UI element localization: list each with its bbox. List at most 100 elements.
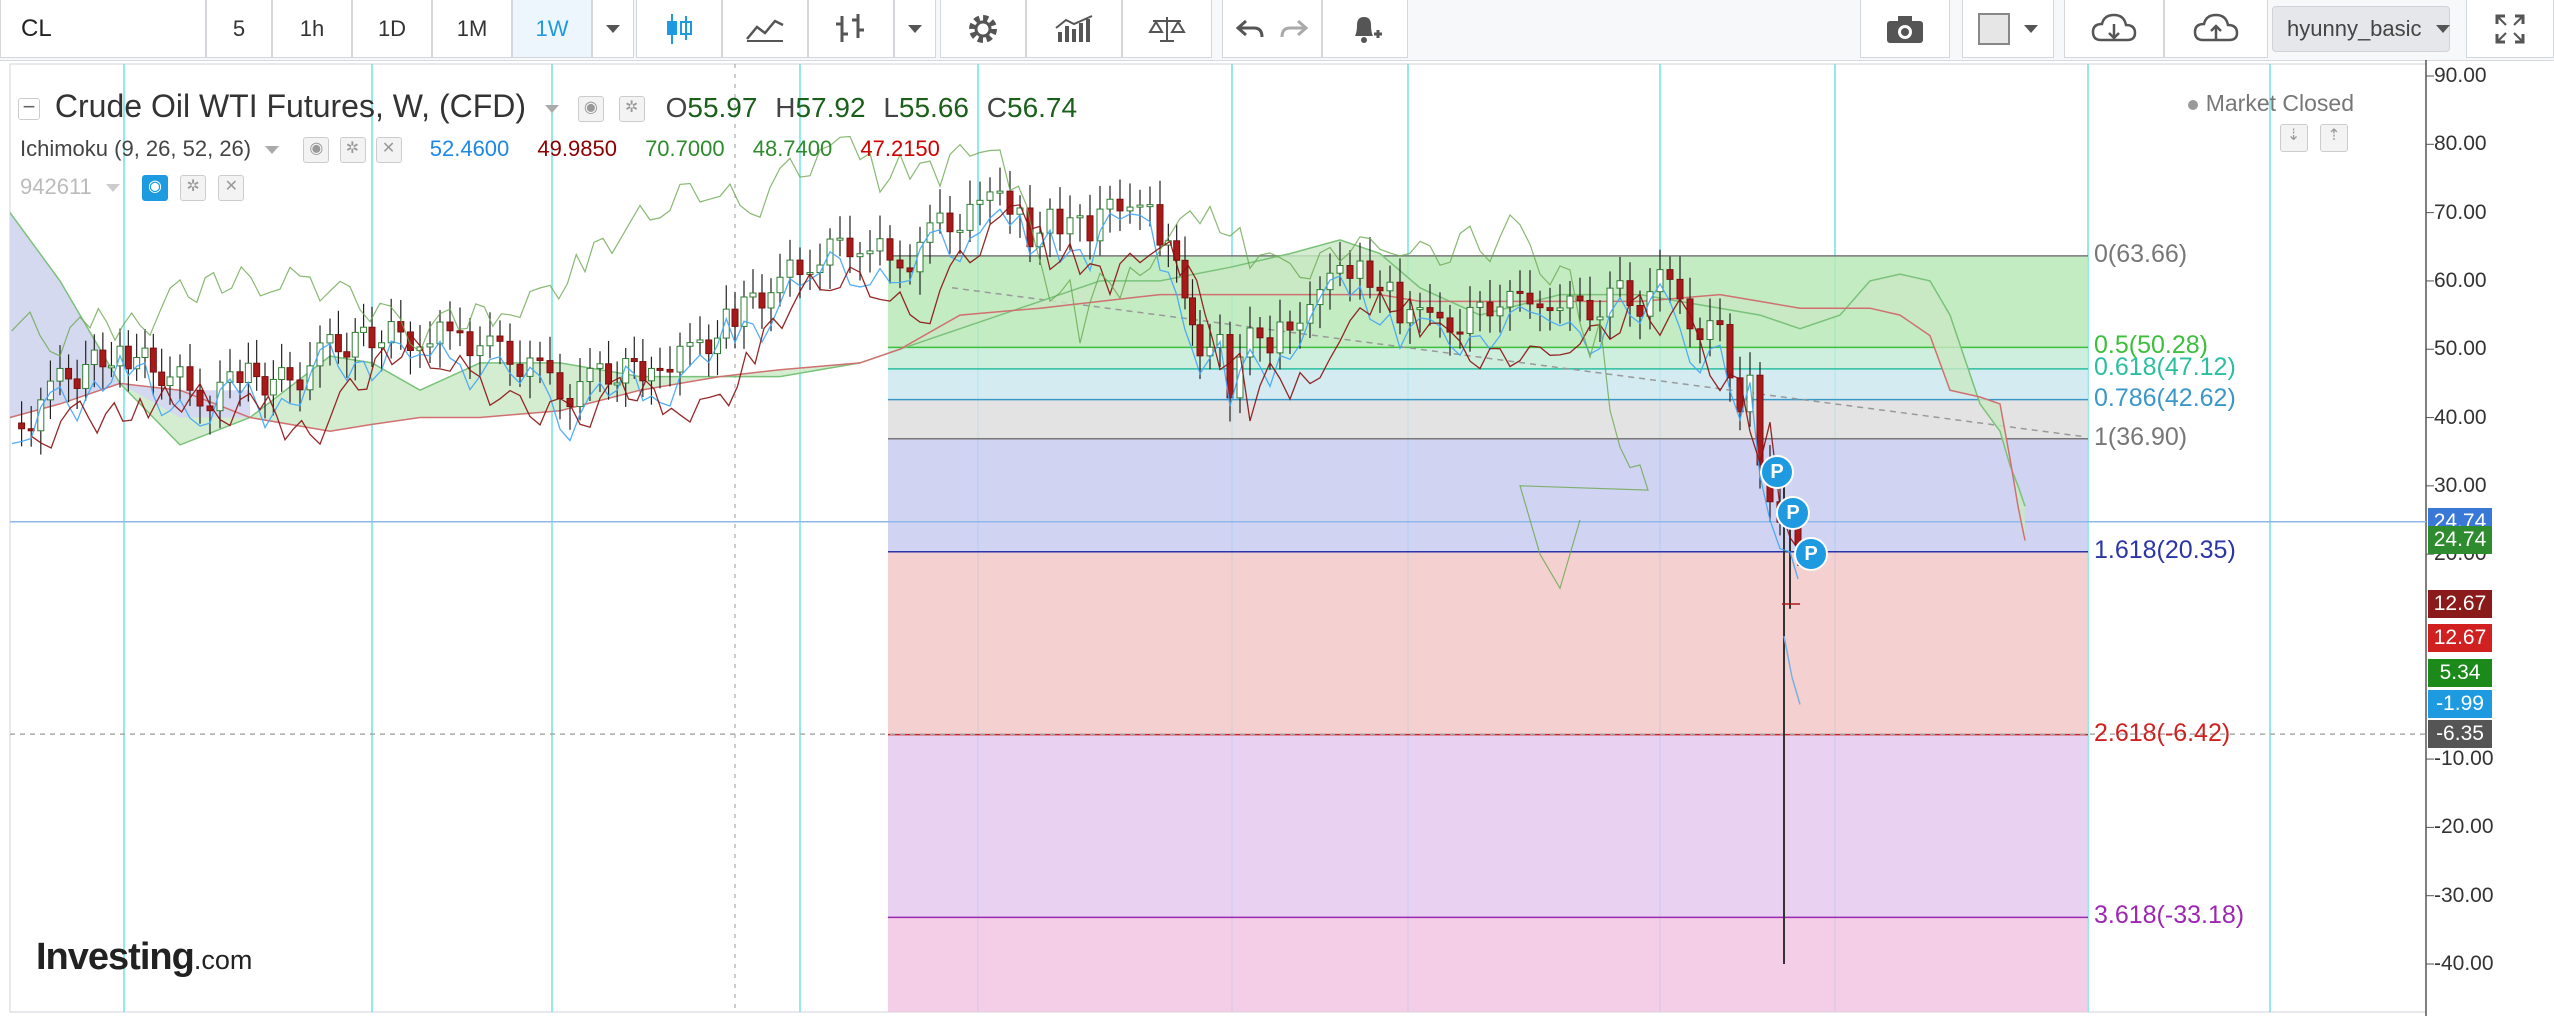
low-value: 55.66 bbox=[898, 92, 969, 123]
fib-level-label: 3.618(-33.18) bbox=[2094, 901, 2245, 930]
position-marker[interactable]: P bbox=[1760, 455, 1794, 490]
settings-button[interactable] bbox=[940, 0, 1026, 58]
price-tick-label: -40.00 bbox=[2434, 952, 2494, 975]
camera-icon bbox=[1885, 14, 1925, 44]
fullscreen-button[interactable] bbox=[2466, 0, 2554, 58]
fib-level-label: 0(63.66) bbox=[2094, 239, 2188, 268]
scroll-down-icon[interactable]: ⇣ bbox=[2279, 123, 2308, 152]
price-tick-label: 60.00 bbox=[2434, 268, 2487, 292]
fib-zone bbox=[888, 551, 2088, 735]
candle bbox=[368, 306, 376, 368]
price-tick-label: -20.00 bbox=[2434, 815, 2494, 839]
compare-button[interactable] bbox=[1122, 0, 1212, 58]
line-chart-type-button[interactable] bbox=[722, 0, 808, 58]
symbol-label: CL bbox=[21, 14, 52, 42]
collapse-legend-icon[interactable]: − bbox=[18, 95, 40, 120]
candle bbox=[806, 249, 814, 291]
interval-1m-button[interactable]: 1M bbox=[432, 0, 512, 58]
second-indicator-legend: 942611 ◉ ✲ ✕ bbox=[20, 174, 250, 202]
redo-icon[interactable] bbox=[1280, 17, 1308, 41]
candle bbox=[731, 291, 739, 349]
senkou-a-value: 48.7400 bbox=[752, 136, 833, 161]
close-icon[interactable]: ✕ bbox=[375, 137, 402, 164]
candle bbox=[996, 167, 1004, 206]
fib-level-label: 1(36.90) bbox=[2094, 422, 2188, 451]
candle bbox=[705, 324, 713, 377]
price-tick-label: -10.00 bbox=[2434, 747, 2494, 771]
indicators-button[interactable] bbox=[1026, 0, 1122, 58]
interval-1h-button[interactable]: 1h bbox=[272, 0, 352, 58]
gear-icon[interactable]: ✲ bbox=[339, 137, 366, 164]
instrument-title: Crude Oil WTI Futures, W, (CFD) bbox=[54, 88, 527, 124]
open-value: 55.97 bbox=[687, 92, 758, 123]
high-value: 57.92 bbox=[795, 92, 866, 123]
interval-1d-button[interactable]: 1D bbox=[352, 0, 432, 58]
gear-icon[interactable]: ✲ bbox=[180, 175, 207, 202]
cloud-upload-icon bbox=[2193, 12, 2239, 46]
second-indicator-name: 942611 bbox=[20, 174, 92, 199]
interval-label: 1h bbox=[299, 15, 325, 41]
high-key: H bbox=[775, 92, 796, 123]
position-marker[interactable]: P bbox=[1794, 537, 1828, 572]
gear-icon[interactable]: ✲ bbox=[618, 95, 645, 122]
candles-chart-type-button[interactable] bbox=[636, 0, 722, 58]
interval-1w-button[interactable]: 1W bbox=[512, 0, 592, 58]
chevron-down-icon bbox=[908, 24, 922, 33]
chevron-down-icon[interactable] bbox=[544, 104, 559, 113]
color-picker-button[interactable] bbox=[1962, 0, 2054, 58]
candle bbox=[1106, 185, 1114, 233]
price-chart[interactable]: − Crude Oil WTI Futures, W, (CFD) ◉ ✲ O5… bbox=[0, 60, 2554, 1016]
load-chart-button[interactable] bbox=[2064, 0, 2164, 58]
chart-type-dropdown[interactable] bbox=[894, 0, 936, 58]
eye-icon[interactable]: ◉ bbox=[577, 95, 604, 122]
interval-label: 5 bbox=[232, 15, 246, 41]
undo-redo-group bbox=[1222, 0, 1322, 58]
ohlc-values: O55.97 H57.92 L55.66 C56.74 bbox=[666, 92, 1077, 123]
symbol-input[interactable]: CL bbox=[0, 0, 206, 58]
screenshot-button[interactable] bbox=[1860, 0, 1950, 58]
logo-name: Investing bbox=[36, 936, 195, 978]
candle bbox=[436, 310, 444, 368]
scroll-up-icon[interactable]: ⇡ bbox=[2320, 123, 2348, 152]
candle bbox=[846, 215, 854, 274]
candle bbox=[1076, 204, 1084, 242]
alert-button[interactable] bbox=[1322, 0, 1408, 58]
area-chart-icon bbox=[745, 15, 785, 43]
fib-zone bbox=[888, 368, 2088, 400]
undo-icon[interactable] bbox=[1236, 17, 1264, 41]
interval-dropdown[interactable] bbox=[592, 0, 634, 58]
chevron-down-icon[interactable] bbox=[265, 146, 280, 155]
save-chart-button[interactable] bbox=[2164, 0, 2268, 58]
candle bbox=[966, 180, 974, 242]
candle bbox=[714, 320, 721, 376]
market-status: Market Closed ⇣ ⇡ bbox=[2187, 90, 2354, 152]
interval-label: 1M bbox=[456, 15, 488, 41]
user-layout-dropdown[interactable]: hyunny_basic bbox=[2272, 6, 2450, 52]
tenkan-value: 52.4600 bbox=[429, 136, 510, 161]
gear-icon bbox=[966, 12, 1000, 46]
bell-plus-icon bbox=[1348, 12, 1382, 46]
chevron-down-icon[interactable] bbox=[105, 184, 120, 193]
position-marker[interactable]: P bbox=[1776, 496, 1810, 531]
bars-chart-type-button[interactable] bbox=[808, 0, 894, 58]
candle bbox=[946, 195, 954, 254]
chevron-down-icon bbox=[2435, 25, 2450, 33]
candle bbox=[1096, 185, 1104, 256]
chart-legend-title: − Crude Oil WTI Futures, W, (CFD) ◉ ✲ O5… bbox=[18, 88, 1077, 125]
candle bbox=[278, 343, 286, 392]
cloud-download-icon bbox=[2091, 12, 2137, 46]
price-axis-tag: 24.74 bbox=[2428, 526, 2492, 555]
fullscreen-icon bbox=[2495, 14, 2525, 44]
status-dot-icon bbox=[2187, 99, 2198, 110]
candle bbox=[826, 228, 834, 289]
candle bbox=[696, 316, 704, 356]
candle bbox=[936, 189, 944, 234]
eye-icon[interactable]: ◉ bbox=[142, 175, 169, 202]
candle bbox=[876, 215, 884, 266]
price-tick-label: 70.00 bbox=[2434, 200, 2487, 224]
candle bbox=[866, 230, 874, 273]
interval-5-button[interactable]: 5 bbox=[206, 0, 272, 58]
close-icon[interactable]: ✕ bbox=[218, 175, 245, 202]
chevron-down-icon bbox=[2024, 24, 2038, 33]
eye-icon[interactable]: ◉ bbox=[303, 137, 330, 164]
